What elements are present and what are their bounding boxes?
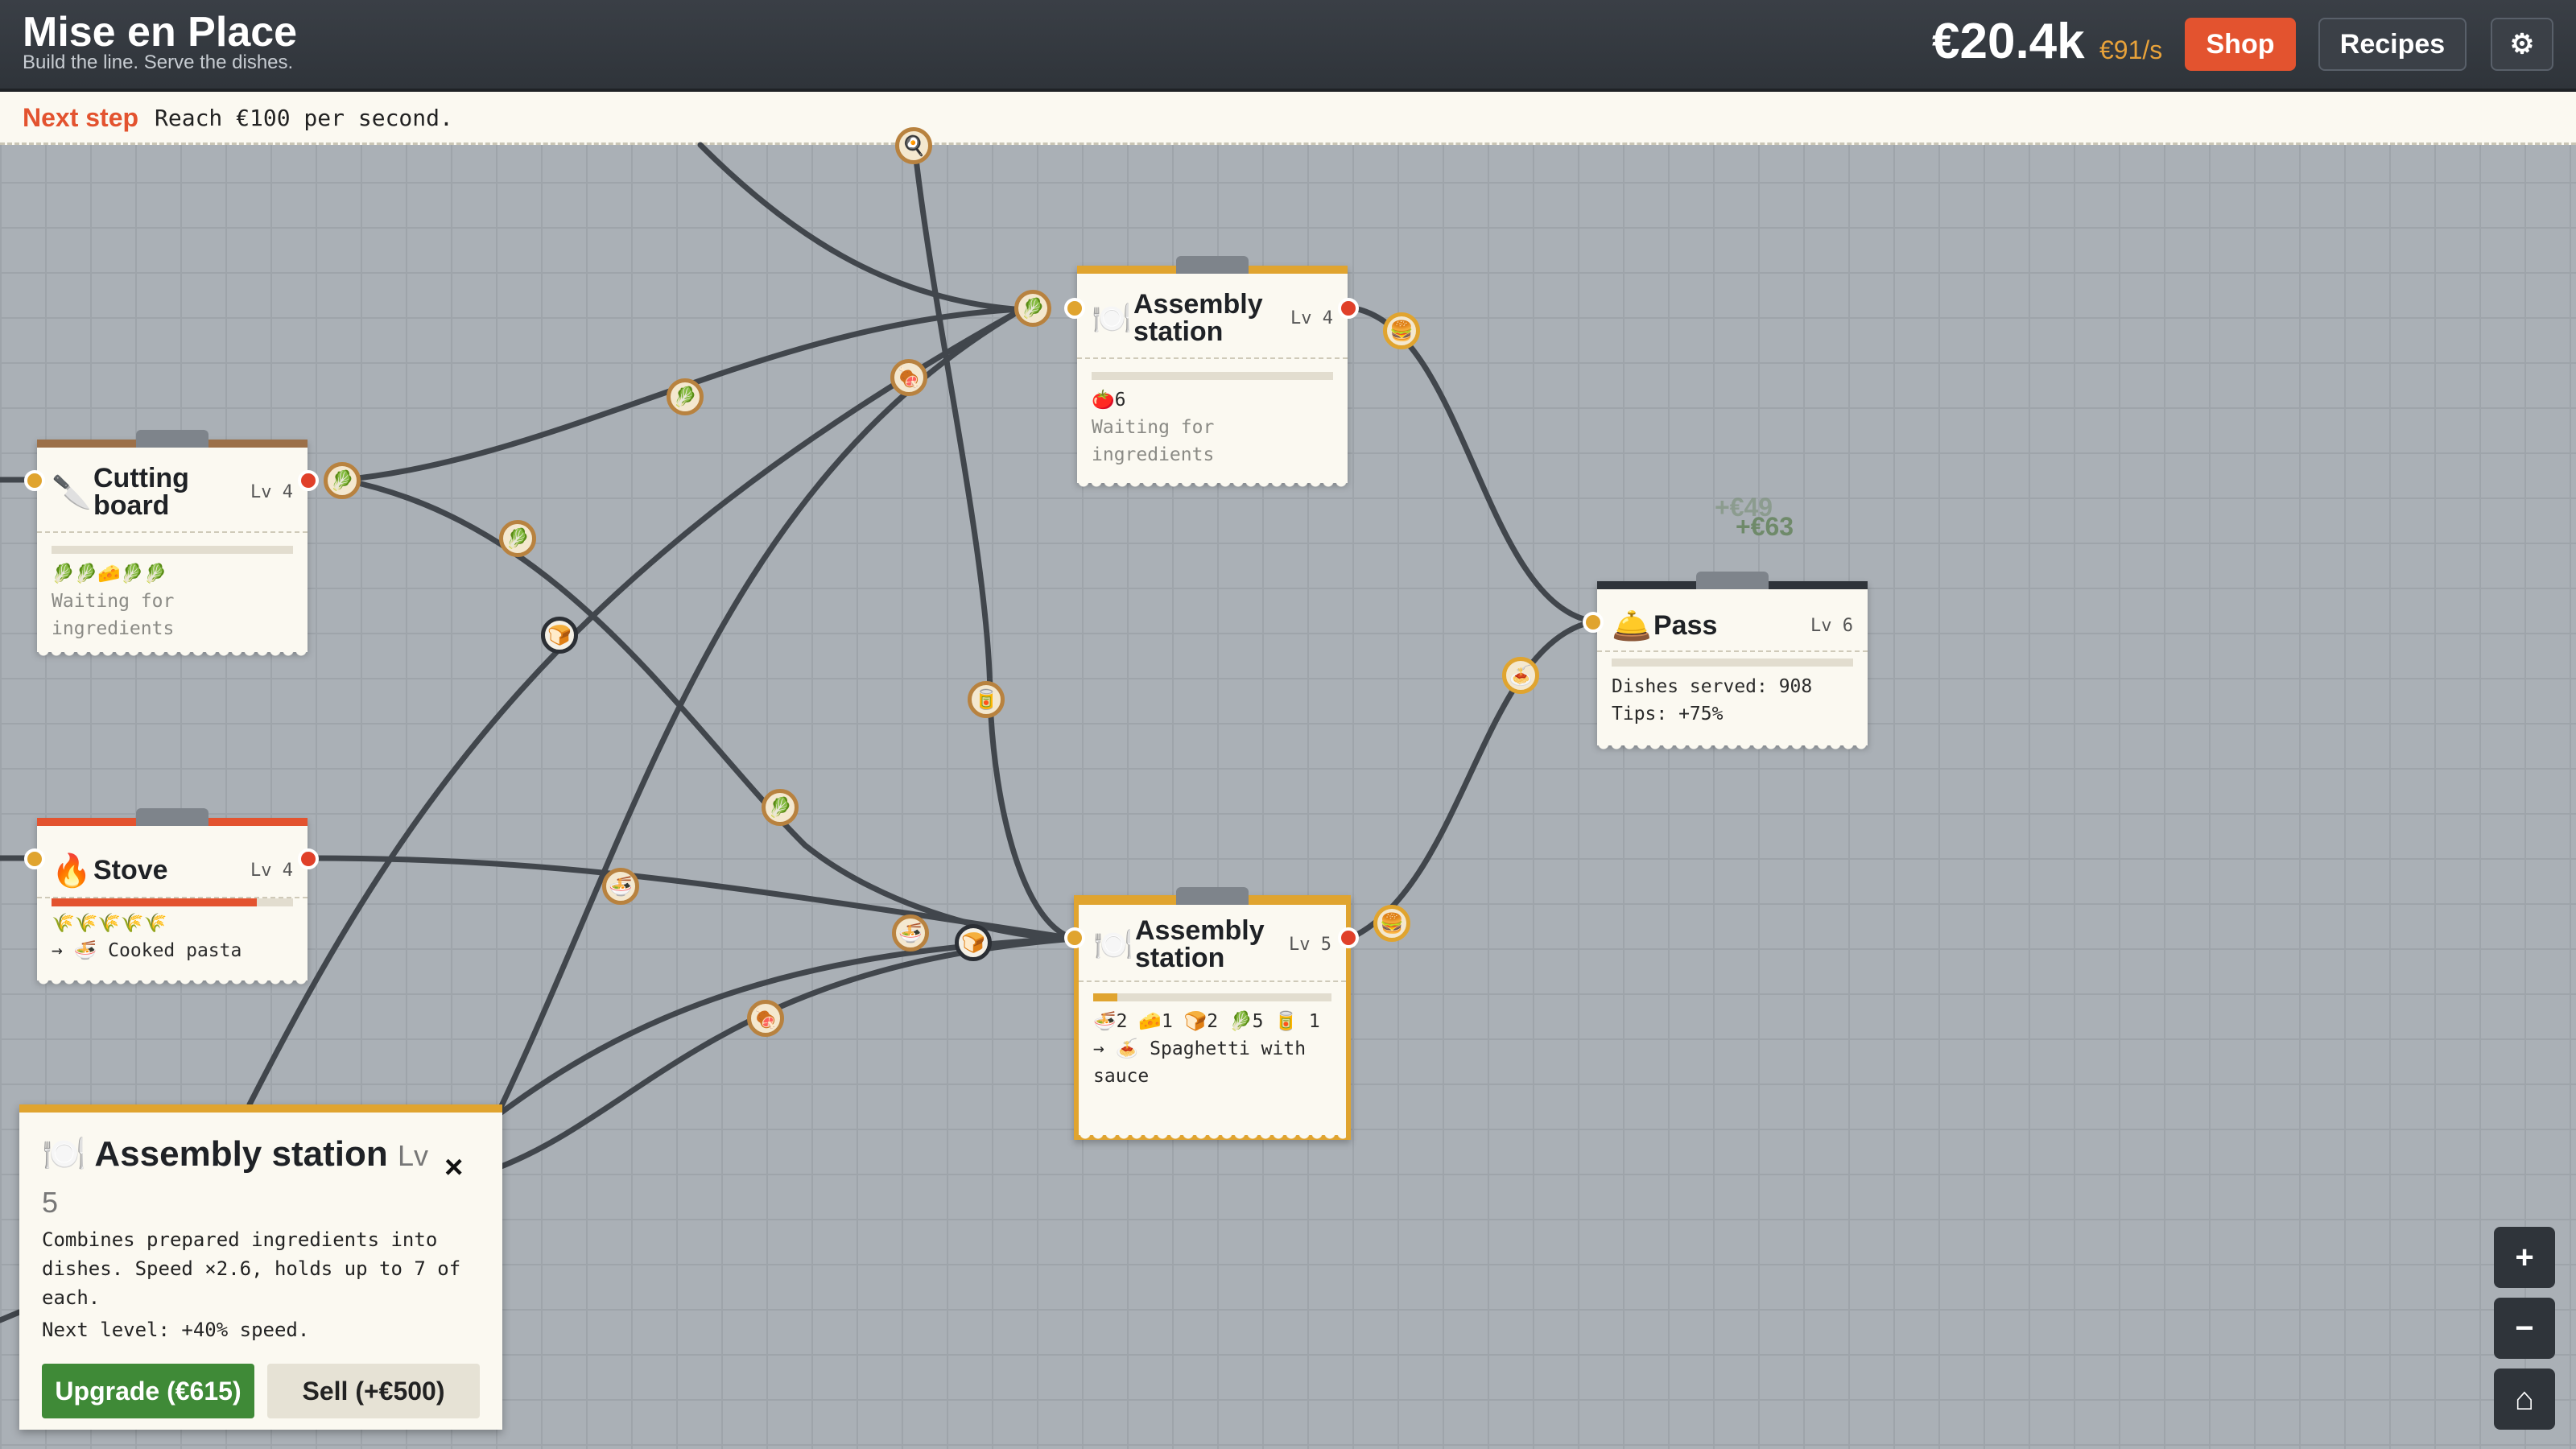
wire xyxy=(911,142,1078,942)
ingredient-token: 🍖 xyxy=(890,359,927,396)
bell-icon: 🛎️ xyxy=(1612,608,1652,644)
ingredient-token: 🥬 xyxy=(324,462,361,499)
home-icon: ⌂ xyxy=(2514,1381,2535,1417)
dish-token: 🍔 xyxy=(1373,905,1410,942)
wire xyxy=(1346,304,1597,625)
panel-next-level: Next level: +40% speed. xyxy=(42,1319,310,1341)
input-port[interactable] xyxy=(1064,298,1085,319)
station-name: Stove xyxy=(93,855,168,886)
ingredient-token: 🥬 xyxy=(499,520,536,557)
station-level: Lv 4 xyxy=(1290,308,1333,328)
station-detail-panel: 🍽️ Assembly station Lv 5 × Combines prep… xyxy=(19,1104,502,1430)
ingredient-token: 🥫 xyxy=(968,681,1005,718)
input-port[interactable] xyxy=(1064,927,1085,948)
close-icon: × xyxy=(444,1150,464,1185)
knife-icon: 🔪 xyxy=(52,474,92,510)
station-level: Lv 4 xyxy=(250,481,293,502)
station-level: Lv 6 xyxy=(1810,615,1853,636)
dish-token: 🍔 xyxy=(1383,312,1420,349)
plate-icon: 🍽️ xyxy=(42,1134,86,1174)
income-popup: +€63 xyxy=(1736,512,1794,541)
wire xyxy=(246,306,1026,1108)
dish-token: 🍝 xyxy=(1502,657,1539,694)
zoom-in-button[interactable]: + xyxy=(2494,1227,2555,1288)
tips-bonus: Tips: +75% xyxy=(1612,704,1724,724)
progress-bar xyxy=(1092,372,1333,380)
upgrade-button[interactable]: Upgrade (€615) xyxy=(42,1364,254,1418)
station-name: Assembly station xyxy=(1133,289,1263,347)
station-status: → 🍜 Cooked pasta xyxy=(52,940,242,961)
home-view-button[interactable]: ⌂ xyxy=(2494,1368,2555,1430)
input-port[interactable] xyxy=(24,470,45,491)
wire xyxy=(697,142,1018,312)
output-port[interactable] xyxy=(298,848,319,869)
station-name: Cutting board xyxy=(93,463,189,521)
panel-title: 🍽️ Assembly station Lv 5 xyxy=(42,1132,444,1225)
station-name: Assembly station xyxy=(1135,915,1265,973)
station-cutting-board[interactable]: 🔪 Cutting board Lv 4 🥬🥬🧀🥬🥬 Waiting for i… xyxy=(37,430,308,660)
station-pass[interactable]: 🛎️ Pass Lv 6 Dishes served: 908 Tips: +7… xyxy=(1597,572,1868,753)
progress-bar xyxy=(52,898,293,906)
station-name: Pass xyxy=(1653,610,1718,641)
drag-handle[interactable] xyxy=(1176,256,1249,274)
wire xyxy=(0,1309,23,1323)
input-port[interactable] xyxy=(1583,612,1604,633)
station-status: Waiting for ingredients xyxy=(52,591,175,639)
station-inventory: 🌾🌾🌾🌾🌾 xyxy=(52,913,167,934)
station-stove[interactable]: 🔥 Stove Lv 4 🌾🌾🌾🌾🌾 → 🍜 Cooked pasta xyxy=(37,808,308,989)
output-port[interactable] xyxy=(1338,298,1359,319)
fire-icon: 🔥 xyxy=(52,852,92,889)
wire xyxy=(1346,618,1597,942)
station-status: → 🍝 Spaghetti with sauce xyxy=(1093,1038,1307,1087)
drag-handle[interactable] xyxy=(136,808,208,826)
station-level: Lv 4 xyxy=(250,860,293,881)
output-port[interactable] xyxy=(1338,927,1359,948)
progress-bar xyxy=(1612,658,1853,667)
panel-description: Combines prepared ingredients into dishe… xyxy=(42,1228,461,1309)
panel-station-name: Assembly station xyxy=(94,1134,388,1174)
ingredient-token: 🍞 xyxy=(955,924,992,961)
progress-bar xyxy=(1093,993,1331,1001)
close-button[interactable]: × xyxy=(444,1150,463,1186)
station-assembly-top[interactable]: 🍽️ Assembly station Lv 4 🍅6 Waiting for … xyxy=(1077,256,1348,491)
drag-handle[interactable] xyxy=(1696,572,1769,589)
ingredient-token: 🥬 xyxy=(1014,290,1051,327)
ingredient-token: 🥬 xyxy=(667,378,704,415)
station-inventory: 🍜2 🧀1 🍞2 🥬5 🥫 1 xyxy=(1093,1011,1320,1032)
plate-icon: 🍽️ xyxy=(1092,300,1132,336)
dishes-served: Dishes served: 908 xyxy=(1612,676,1813,697)
input-port[interactable] xyxy=(24,848,45,869)
station-inventory: 🍅6 xyxy=(1092,390,1126,411)
station-level: Lv 5 xyxy=(1289,934,1331,955)
zoom-out-button[interactable]: − xyxy=(2494,1298,2555,1359)
station-inventory: 🥬🥬🧀🥬🥬 xyxy=(52,564,167,584)
station-status: Waiting for ingredients xyxy=(1092,417,1215,465)
station-assembly-bottom[interactable]: 🍽️ Assembly station Lv 5 🍜2 🧀1 🍞2 🥬5 🥫 1… xyxy=(1074,887,1351,1143)
ingredient-token: 🍞 xyxy=(541,617,578,654)
ingredient-token: 🍜 xyxy=(602,868,639,905)
drag-handle[interactable] xyxy=(136,430,208,448)
plate-icon: 🍽️ xyxy=(1093,927,1133,963)
sell-button[interactable]: Sell (+€500) xyxy=(267,1364,480,1418)
ingredient-token: 🍳 xyxy=(895,127,932,164)
wire xyxy=(496,935,1078,1170)
ingredient-token: 🍖 xyxy=(747,1000,784,1037)
wire xyxy=(340,477,1078,942)
ingredient-token: 🍜 xyxy=(892,914,929,952)
wire xyxy=(308,855,1078,942)
wire xyxy=(496,306,1026,1114)
progress-bar xyxy=(52,546,293,554)
ingredient-token: 🥬 xyxy=(762,789,799,826)
output-port[interactable] xyxy=(298,470,319,491)
drag-handle[interactable] xyxy=(1176,887,1249,905)
wire xyxy=(496,935,1078,1117)
